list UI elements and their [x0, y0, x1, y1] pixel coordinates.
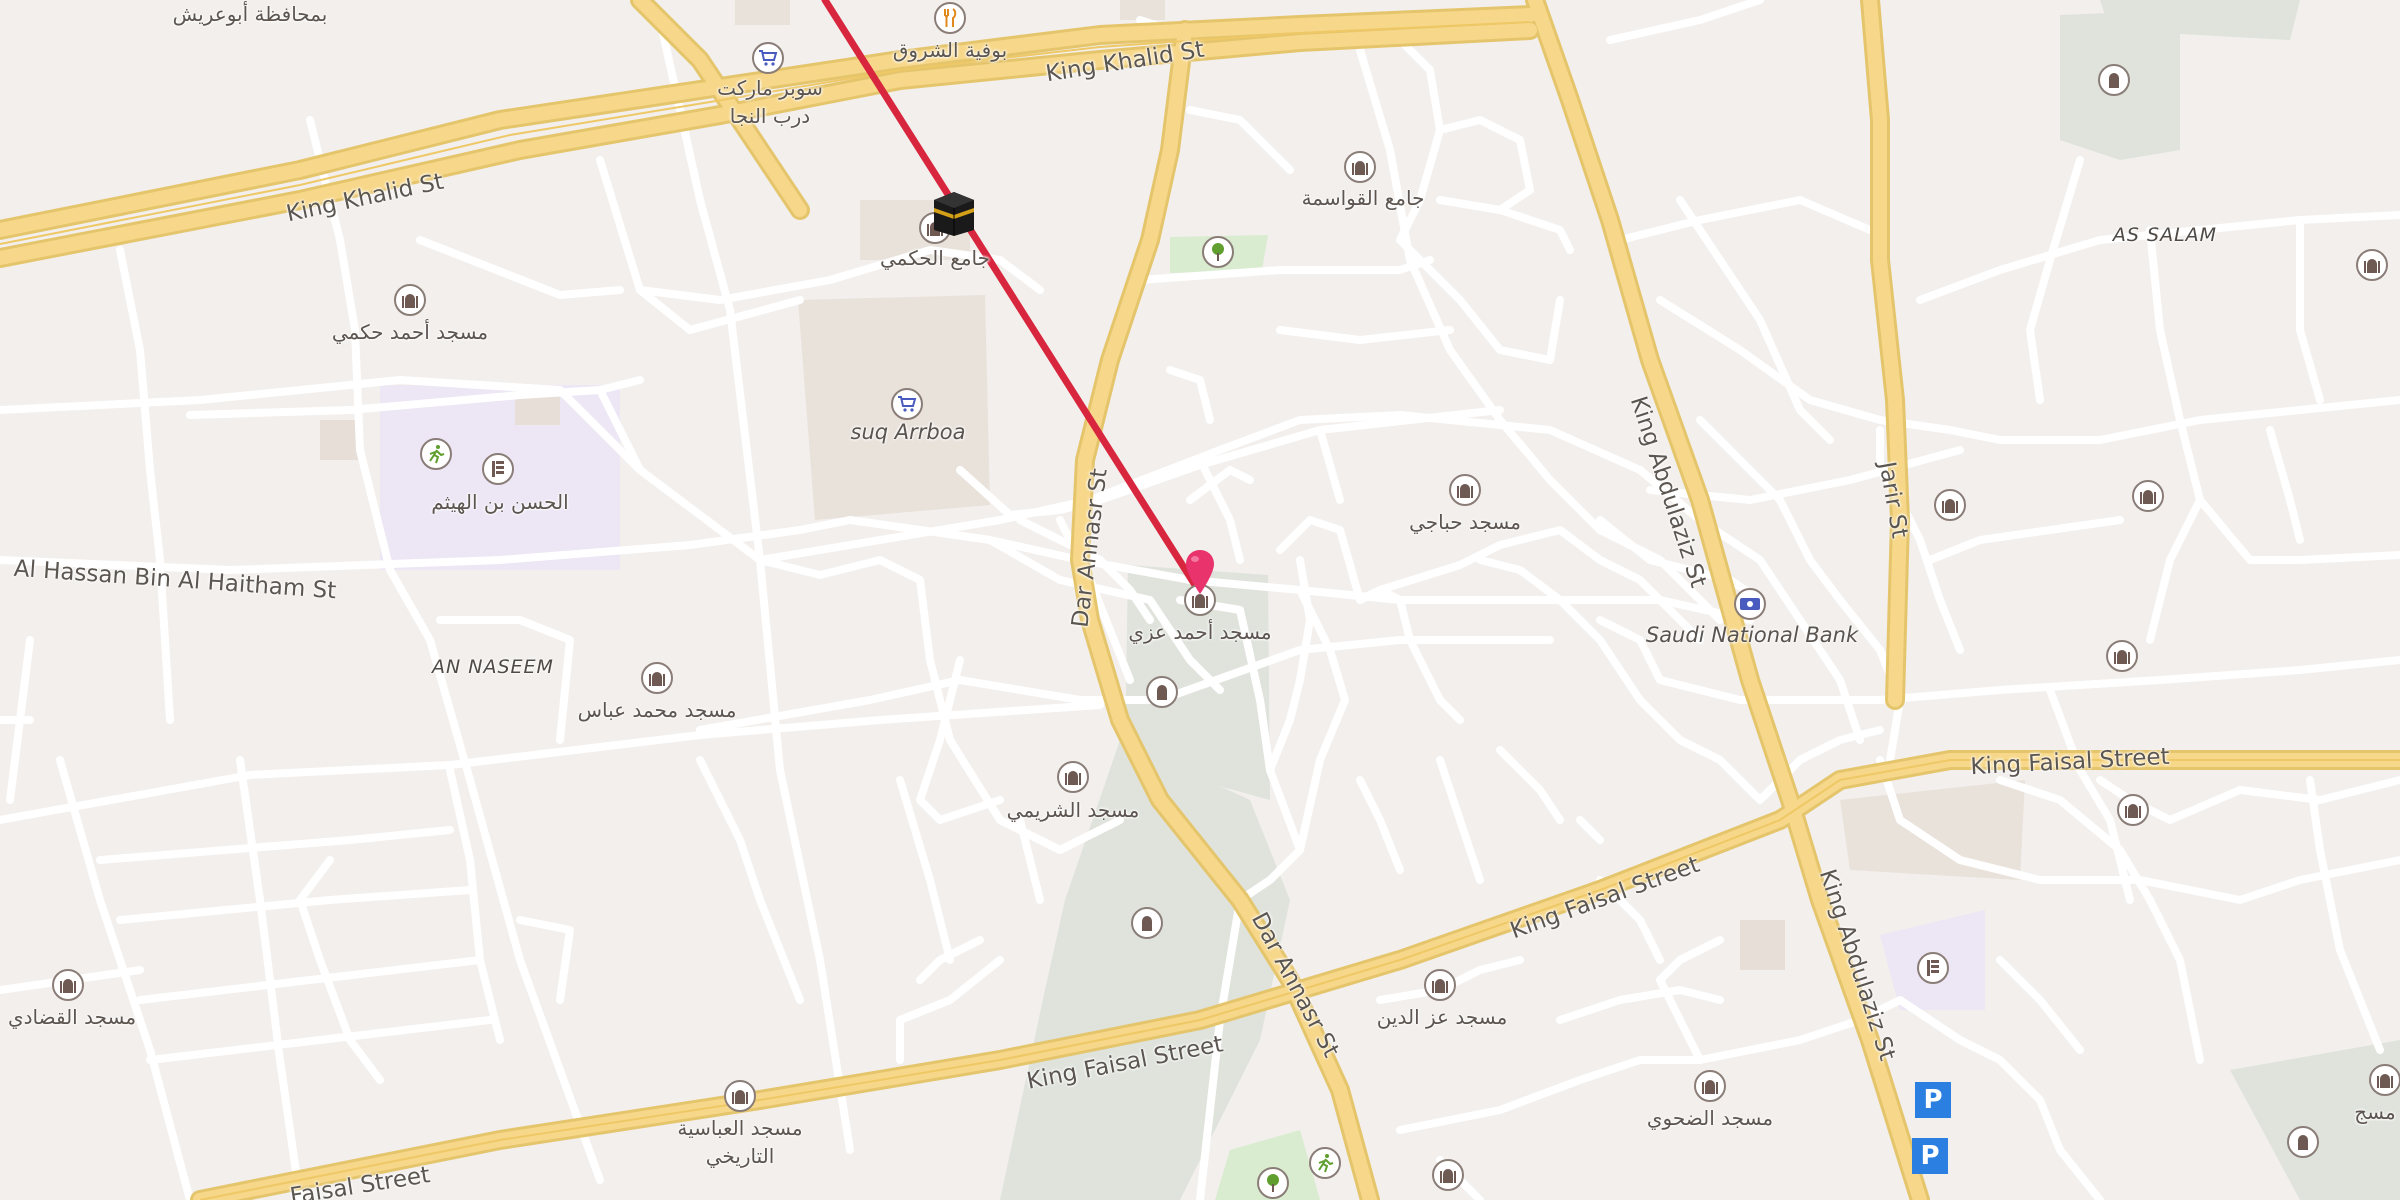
mosque-icon[interactable] — [1432, 1159, 1464, 1191]
kaaba-icon[interactable] — [930, 188, 978, 238]
mosque-icon[interactable] — [394, 284, 426, 316]
place-label-masjid-ahmed-azi: مسجد أحمد عزي — [1128, 620, 1272, 644]
district-label-as-salam: AS SALAM — [2112, 224, 2218, 246]
mosque-icon[interactable] — [2106, 640, 2138, 672]
tree-icon[interactable] — [1257, 1167, 1289, 1199]
school-icon[interactable] — [1917, 952, 1949, 984]
place-label-masjid-right-edge: مسج — [2354, 1100, 2396, 1124]
place-label-masjid-abbasiya-1: مسجد العباسية — [677, 1116, 803, 1140]
place-label-masjid-mohammed-abbas: مسجد محمد عباس — [577, 698, 737, 722]
map-canvas[interactable]: King Khalid St King Khalid St Al Hassan … — [0, 0, 2400, 1200]
cemetery-icon[interactable] — [2098, 64, 2130, 96]
runner-icon[interactable] — [420, 438, 452, 470]
parking-icon[interactable]: P — [1915, 1082, 1951, 1118]
mosque-icon[interactable] — [1057, 761, 1089, 793]
district-label-an-naseem: AN NASEEM — [432, 656, 554, 678]
place-label-masjid-ahmed-hakmi: مسجد أحمد حكمي — [331, 320, 489, 344]
cart-icon[interactable] — [752, 42, 784, 74]
cart-icon[interactable] — [891, 388, 923, 420]
place-label-supermarket-2: درب النجا — [729, 104, 811, 128]
place-label-jami-qawasima: جامع القواسمة — [1301, 186, 1425, 210]
place-label-masjid-hajji: مسجد حباجي — [1409, 510, 1521, 534]
parking-icon[interactable]: P — [1912, 1138, 1948, 1174]
mosque-icon[interactable] — [2132, 480, 2164, 512]
place-label-suq-arrboa: suq Arrboa — [850, 420, 966, 444]
mosque-icon[interactable] — [2117, 794, 2149, 826]
mosque-icon[interactable] — [2369, 1064, 2400, 1096]
cemetery-icon[interactable] — [1146, 676, 1178, 708]
place-label-alhasan-school: الحسن بن الهيثم — [431, 490, 569, 514]
place-label-masjid-shuraimi: مسجد الشريمي — [1006, 798, 1140, 822]
mosque-icon[interactable] — [52, 969, 84, 1001]
mosque-icon[interactable] — [1449, 474, 1481, 506]
cemetery-icon[interactable] — [1131, 907, 1163, 939]
mosque-icon[interactable] — [1694, 1070, 1726, 1102]
place-label-jami-alhakmi: جامع الحكمي — [879, 246, 991, 270]
school-icon[interactable] — [482, 453, 514, 485]
runner-icon[interactable] — [1309, 1147, 1341, 1179]
mosque-icon[interactable] — [1424, 969, 1456, 1001]
mosque-icon[interactable] — [1344, 151, 1376, 183]
tree-icon[interactable] — [1202, 236, 1234, 268]
place-label-saudi-bank: Saudi National Bank — [1645, 623, 1859, 647]
mosque-icon[interactable] — [2356, 249, 2388, 281]
mosque-icon[interactable] — [641, 662, 673, 694]
cemetery-icon[interactable] — [2287, 1126, 2319, 1158]
bank-icon[interactable] — [1734, 588, 1766, 620]
fork-knife-icon[interactable] — [934, 2, 966, 34]
place-label-shurooq: بوفية الشروق — [892, 38, 1008, 62]
place-label-masjid-dahwi: مسجد الضحوي — [1646, 1106, 1774, 1130]
place-label-supermarket-1: سوبر ماركت — [717, 76, 823, 100]
place-label-masjid-izz: مسجد عز الدين — [1376, 1005, 1508, 1029]
mosque-icon[interactable] — [724, 1080, 756, 1112]
place-label-masjid-abbasiya-2: التاريخي — [705, 1144, 775, 1168]
mosque-icon[interactable] — [1934, 489, 1966, 521]
place-label-abu-arish: بمحافظة أبوعريش — [172, 2, 328, 26]
place-label-masjid-qadi: مسجد القضادي — [7, 1005, 137, 1029]
location-pin-icon[interactable] — [1183, 548, 1217, 596]
